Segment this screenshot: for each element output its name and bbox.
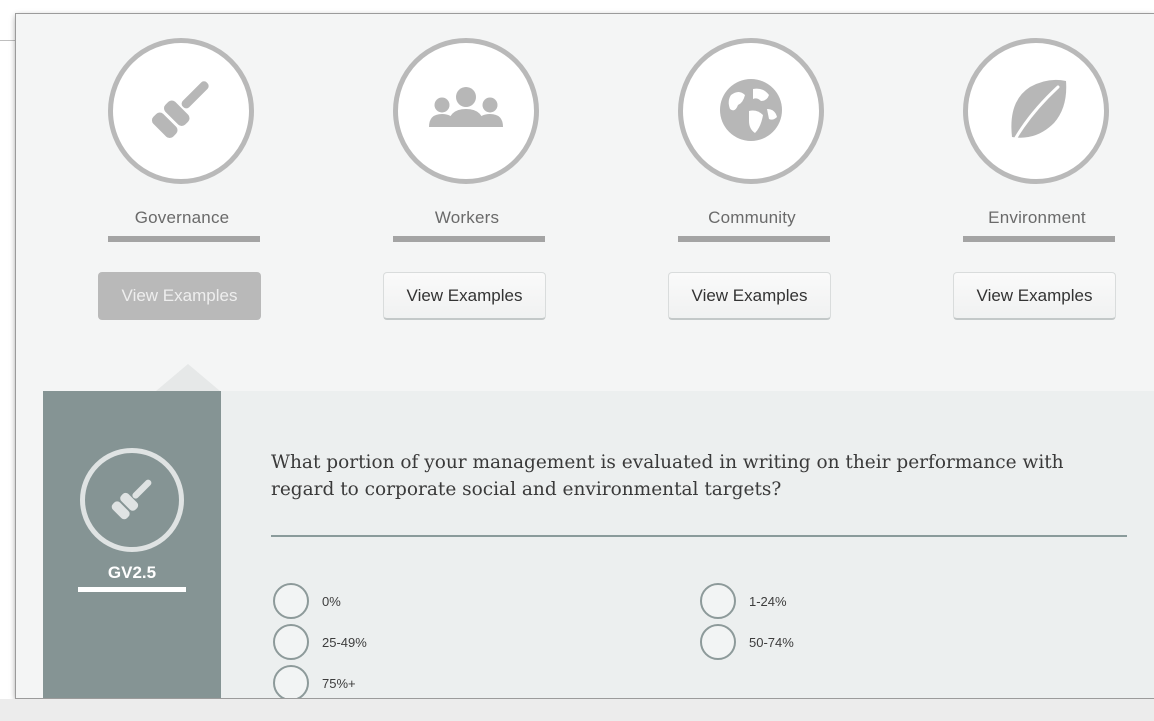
radio-button[interactable] [700,583,736,619]
question-sidebar: GV2.5 [43,391,221,698]
question-divider [271,535,1127,537]
answer-option-label: 50-74% [749,634,794,650]
category-label: Environment [988,208,1086,227]
selection-pointer [156,364,220,391]
radio-button[interactable] [273,624,309,660]
gavel-icon [80,448,184,552]
question-code: GV2.5 [107,563,157,582]
question-text: What portion of your management is evalu… [271,452,1064,500]
leaf-icon[interactable] [963,38,1109,184]
category-underline [108,236,260,242]
category-label: Governance [134,208,230,227]
answer-option-label: 75%+ [322,675,356,691]
people-icon[interactable] [393,38,539,184]
radio-button[interactable] [700,624,736,660]
category-underline [393,236,545,242]
view-examples-community-button[interactable]: View Examples [668,272,831,320]
radio-button[interactable] [273,583,309,619]
globe-icon[interactable] [678,38,824,184]
view-examples-environment-button[interactable]: View Examples [953,272,1116,320]
radio-button[interactable] [273,665,309,698]
view-examples-workers-button[interactable]: View Examples [383,272,546,320]
answer-option[interactable]: 0% [273,583,341,619]
answer-option[interactable]: 75%+ [273,665,356,698]
category-label: Workers [434,208,500,227]
category-underline [963,236,1115,242]
bottom-margin [0,699,1154,721]
gavel-icon[interactable] [108,38,254,184]
question-panel: GV2.5 What portion of your management is… [43,391,1154,698]
answer-option-label: 1-24% [749,593,787,609]
answer-option[interactable]: 1-24% [700,583,787,619]
answer-option-label: 0% [322,593,341,609]
question-code-underline [78,587,186,592]
answer-option[interactable]: 50-74% [700,624,794,660]
view-examples-governance-button[interactable]: View Examples [98,272,261,320]
category-underline [678,236,830,242]
assessment-window: Governance View Examples Workers View Ex… [16,14,1154,698]
category-label: Community [708,208,796,227]
answer-option[interactable]: 25-49% [273,624,367,660]
answer-option-label: 25-49% [322,634,367,650]
